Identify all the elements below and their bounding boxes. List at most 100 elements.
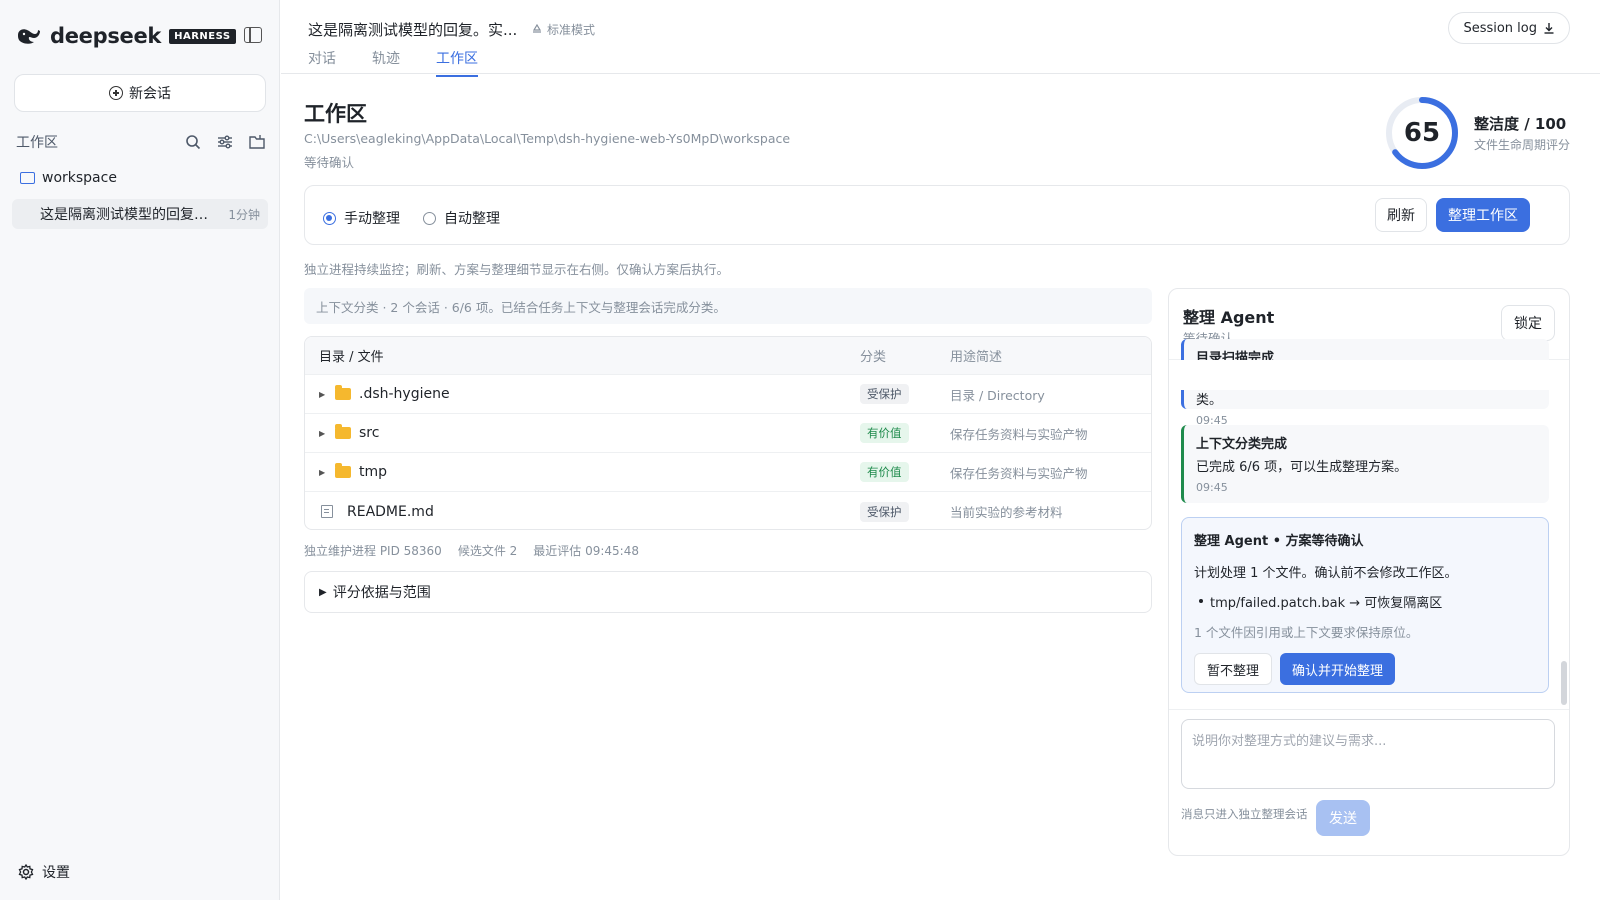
sidebar-toggle-icon[interactable]	[244, 27, 262, 43]
plan-item: tmp/failed.patch.bak → 可恢复隔离区	[1194, 592, 1536, 611]
manual-mode-radio[interactable]: 手动整理	[323, 208, 400, 228]
send-button[interactable]: 发送	[1316, 800, 1370, 836]
last-eval-text: 最近评估 09:45:48	[533, 544, 639, 558]
message-title: 上下文分类完成	[1196, 437, 1288, 452]
refresh-button[interactable]: 刷新	[1375, 198, 1427, 232]
brand-tag: HARNESS	[169, 28, 236, 44]
row-purpose: 保存任务资料与实验产物	[950, 465, 1088, 481]
gear-icon	[18, 864, 34, 880]
row-category-cell: 受保护	[860, 384, 950, 404]
table-row[interactable]: ▶ src 有价值 保存任务资料与实验产物	[305, 414, 1151, 453]
workspace-path: C:\Users\eagleking\AppData\Local\Temp\ds…	[304, 131, 791, 146]
score-value: 65	[1403, 118, 1441, 148]
confirm-organize-button[interactable]: 确认并开始整理	[1280, 653, 1396, 685]
mode-card: 手动整理 自动整理 刷新 整理工作区	[304, 185, 1570, 245]
auto-mode-label: 自动整理	[444, 211, 500, 227]
candidates-text: 候选文件 2	[457, 544, 518, 558]
tabs: 对话 轨迹 工作区	[308, 48, 478, 77]
radio-unselected-icon	[423, 211, 436, 225]
scoring-details-toggle[interactable]: ▶ 评分依据与范围	[304, 571, 1152, 613]
row-category-cell: 受保护	[860, 501, 950, 522]
caret-right-icon[interactable]: ▶	[319, 390, 327, 399]
scroll-mask	[1169, 360, 1569, 390]
filter-icon[interactable]	[216, 133, 234, 151]
details-label: 评分依据与范围	[332, 585, 431, 601]
session-log-label: Session log	[1463, 20, 1537, 36]
new-folder-icon[interactable]	[248, 133, 266, 151]
message-text: 已完成 6/6 项，可以生成整理方案。	[1196, 460, 1408, 475]
brand-name: deepseek	[50, 24, 162, 48]
session-title: 这是隔离测试模型的回复。...	[40, 207, 221, 223]
row-name-cell: README.md	[305, 504, 860, 520]
workspace-header: 工作区	[16, 132, 266, 152]
category-tag: 受保护	[860, 384, 909, 404]
session-log-button[interactable]: Session log	[1448, 12, 1570, 44]
auto-mode-radio[interactable]: 自动整理	[423, 208, 500, 228]
plan-title: 整理 Agent • 方案等待确认	[1194, 534, 1364, 549]
table-row[interactable]: README.md 受保护 当前实验的参考材料	[305, 492, 1151, 529]
hint-text: 独立进程持续监控；刷新、方案与整理细节显示在右侧。仅确认方案后执行。	[304, 262, 730, 277]
file-table: 目录 / 文件 分类 用途简述 ▶ .dsh-hygiene 受保护 目录 / …	[304, 336, 1152, 530]
agent-title: 整理 Agent	[1183, 308, 1275, 327]
document-icon	[321, 505, 333, 518]
row-purpose: 保存任务资料与实验产物	[950, 426, 1088, 442]
agent-panel: 整理 Agent 等待确认 锁定 目录扫描完成 发现 3 个计分文件、2 个候选…	[1168, 288, 1570, 856]
tab-workspace[interactable]: 工作区	[436, 48, 478, 77]
mode-badge: 标准模式	[531, 21, 595, 38]
row-name-cell: ▶ .dsh-hygiene	[305, 385, 860, 402]
plan-text: 计划处理 1 个文件。确认前不会修改工作区。	[1194, 566, 1458, 581]
header-name: 目录 / 文件	[319, 350, 384, 365]
row-name: .dsh-hygiene	[359, 386, 450, 402]
score-sub: 文件生命周期评分	[1474, 138, 1571, 152]
brand[interactable]: deepseek HARNESS	[16, 24, 236, 48]
scrollbar[interactable]	[1561, 661, 1567, 705]
table-row[interactable]: ▶ tmp 有价值 保存任务资料与实验产物	[305, 453, 1151, 492]
row-purpose: 目录 / Directory	[950, 387, 1045, 403]
agent-message: 上下文分类完成 已完成 6/6 项，可以生成整理方案。 09:45	[1181, 425, 1549, 503]
agent-footer-text: 消息只进入独立整理会话	[1181, 807, 1308, 821]
workspace-folder[interactable]: workspace	[20, 170, 117, 186]
radio-selected-icon	[323, 211, 336, 225]
recycle-icon	[532, 23, 542, 33]
new-chat-button[interactable]: 新会话	[14, 74, 266, 112]
settings-label: 设置	[42, 865, 70, 881]
score-label: 整洁度 / 100	[1474, 115, 1567, 133]
row-category-cell: 有价值	[860, 462, 950, 482]
caret-right-icon[interactable]: ▶	[319, 429, 327, 438]
row-category-cell: 有价值	[860, 423, 950, 443]
pid-text: 独立维护进程 PID 58360	[304, 544, 442, 558]
classification-info: 上下文分类 · 2 个会话 · 6/6 项。已结合任务上下文与整理会话完成分类。	[304, 288, 1152, 324]
caret-right-icon[interactable]: ▶	[319, 468, 327, 477]
row-purpose: 当前实验的参考材料	[950, 505, 1063, 520]
maintenance-meta: 独立维护进程 PID 58360 候选文件 2 最近评估 09:45:48	[304, 542, 639, 559]
category-tag: 有价值	[860, 423, 909, 443]
message-time: 09:45	[1196, 481, 1228, 494]
session-item[interactable]: 这是隔离测试模型的回复。... 1分钟	[12, 199, 268, 229]
plus-circle-icon	[109, 86, 123, 100]
suggestion-input[interactable]	[1181, 719, 1555, 789]
divider	[1169, 709, 1569, 710]
triangle-right-icon: ▶	[319, 586, 327, 598]
workspace-label: 工作区	[16, 135, 58, 151]
category-tag: 有价值	[860, 462, 909, 482]
category-tag: 受保护	[860, 501, 909, 522]
header-purpose: 用途简述	[950, 350, 1003, 365]
folder-icon	[335, 385, 351, 400]
session-time: 1分钟	[228, 207, 260, 222]
search-icon[interactable]	[184, 133, 202, 151]
main: 这是隔离测试模型的回复。实... 标准模式 对话 轨迹 工作区 Session …	[281, 0, 1600, 900]
header-category: 分类	[860, 350, 887, 365]
skip-button[interactable]: 暂不整理	[1194, 653, 1273, 685]
organize-workspace-button[interactable]: 整理工作区	[1436, 198, 1530, 232]
manual-mode-label: 手动整理	[344, 211, 400, 227]
workspace-status: 等待确认	[304, 155, 355, 170]
table-row[interactable]: ▶ .dsh-hygiene 受保护 目录 / Directory	[305, 375, 1151, 414]
lock-button[interactable]: 锁定	[1501, 305, 1555, 341]
row-name-cell: ▶ tmp	[305, 463, 860, 480]
tab-trace[interactable]: 轨迹	[372, 48, 400, 76]
tab-chat[interactable]: 对话	[308, 48, 336, 76]
settings-button[interactable]: 设置	[18, 862, 70, 882]
download-icon	[1544, 23, 1554, 34]
new-chat-label: 新会话	[129, 86, 171, 102]
topbar: 这是隔离测试模型的回复。实... 标准模式 对话 轨迹 工作区 Session …	[281, 0, 1600, 77]
